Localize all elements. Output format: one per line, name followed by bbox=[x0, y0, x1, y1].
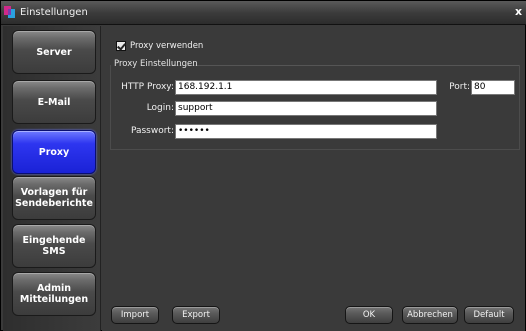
password-field[interactable]: •••••• bbox=[175, 124, 437, 139]
sidebar-item-incoming-sms[interactable]: Eingehende SMS bbox=[12, 224, 96, 268]
sidebar-item-label: E-Mail bbox=[37, 96, 71, 108]
default-button[interactable]: Default bbox=[464, 306, 514, 324]
sidebar-item-templates[interactable]: Vorlagen für Sendeberichte bbox=[12, 176, 96, 220]
group-divider bbox=[164, 65, 519, 66]
cancel-button[interactable]: Abbrechen bbox=[402, 306, 458, 324]
close-icon[interactable]: x bbox=[515, 5, 525, 19]
port-label: Port: bbox=[449, 82, 470, 92]
use-proxy-row[interactable]: Proxy verwenden bbox=[116, 39, 203, 52]
sidebar-item-server[interactable]: Server bbox=[12, 30, 96, 74]
port-field[interactable]: 80 bbox=[471, 80, 515, 95]
sidebar-item-label: Eingehende SMS bbox=[22, 235, 86, 257]
login-field[interactable]: support bbox=[175, 101, 437, 116]
password-label: Passwort: bbox=[130, 126, 174, 136]
sidebar-item-proxy[interactable]: Proxy bbox=[12, 130, 96, 174]
sidebar-item-email[interactable]: E-Mail bbox=[12, 80, 96, 124]
http-proxy-field[interactable]: 168.192.1.1 bbox=[175, 80, 437, 95]
proxy-settings-panel: Proxy verwenden Proxy Einstellungen HTTP… bbox=[102, 26, 525, 331]
login-label: Login: bbox=[146, 103, 174, 113]
group-title: Proxy Einstellungen bbox=[114, 59, 198, 69]
sidebar-item-label: Admin Mitteilungen bbox=[19, 283, 89, 305]
title-bar[interactable]: Einstellungen x bbox=[1, 1, 526, 25]
sidebar: Server E-Mail Proxy Vorlagen für Sendebe… bbox=[3, 26, 101, 331]
sidebar-item-label: Server bbox=[36, 46, 72, 58]
export-button[interactable]: Export bbox=[172, 306, 220, 324]
http-proxy-label: HTTP Proxy: bbox=[121, 82, 174, 92]
window-title: Einstellungen bbox=[20, 7, 88, 18]
ok-button[interactable]: OK bbox=[345, 306, 393, 324]
app-icon bbox=[4, 6, 15, 18]
use-proxy-checkbox[interactable] bbox=[116, 40, 126, 51]
use-proxy-label[interactable]: Proxy verwenden bbox=[130, 41, 203, 51]
sidebar-item-label: Proxy bbox=[38, 146, 70, 158]
sidebar-item-label: Vorlagen für Sendeberichte bbox=[15, 187, 93, 209]
settings-window: Einstellungen x Server E-Mail Proxy Vorl… bbox=[0, 0, 526, 331]
import-button[interactable]: Import bbox=[111, 306, 159, 324]
sidebar-item-admin-messages[interactable]: Admin Mitteilungen bbox=[12, 272, 96, 316]
